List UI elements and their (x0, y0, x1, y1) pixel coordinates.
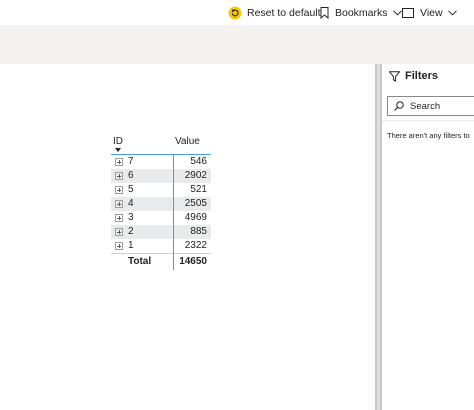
matrix-visual[interactable]: ID Value 7 546 6 2902 5 521 4 2505 3 496… (111, 134, 211, 270)
row-id: 1 (128, 240, 134, 251)
column-header-value[interactable]: Value (175, 136, 200, 147)
row-id: 7 (128, 156, 134, 167)
row-id: 6 (128, 170, 134, 181)
table-row: 5 521 (111, 183, 211, 197)
search-placeholder: Search (410, 100, 441, 112)
row-value: 521 (190, 184, 207, 195)
row-id: 2 (128, 226, 134, 237)
chevron-down-icon (447, 9, 457, 16)
row-id: 3 (128, 212, 134, 223)
filters-title: Filters (405, 70, 439, 82)
total-value: 14650 (179, 256, 207, 267)
row-value: 4969 (184, 212, 207, 223)
row-value: 885 (190, 226, 207, 237)
row-id: 4 (128, 198, 134, 209)
pane-divider[interactable] (375, 64, 382, 410)
reset-to-default-button[interactable]: Reset to default (228, 0, 321, 25)
table-row: 6 2902 (111, 169, 211, 183)
filters-divider (382, 120, 474, 121)
view-button[interactable]: View (402, 0, 457, 25)
reset-to-default-label: Reset to default (247, 6, 321, 19)
bookmarks-button[interactable]: Bookmarks (320, 0, 402, 25)
expand-icon[interactable] (115, 172, 123, 180)
expand-icon[interactable] (115, 200, 123, 208)
expand-icon[interactable] (115, 186, 123, 194)
view-icon (402, 7, 414, 18)
reset-icon (228, 6, 242, 20)
total-label: Total (128, 256, 152, 267)
filters-empty-message: There aren't any filters to (387, 131, 470, 140)
table-row: 4 2505 (111, 197, 211, 211)
filter-icon (389, 70, 400, 82)
column-divider (173, 154, 174, 270)
table-row: 1 2322 (111, 239, 211, 253)
top-toolbar: Reset to default Bookmarks View (0, 0, 474, 25)
ribbon-bar (0, 25, 474, 64)
filters-search-input[interactable]: Search (387, 96, 474, 116)
filters-header: Filters (389, 70, 438, 82)
row-value: 2322 (184, 240, 207, 251)
expand-icon[interactable] (115, 158, 123, 166)
search-icon (394, 101, 404, 111)
table-row: 2 885 (111, 225, 211, 239)
chevron-down-icon (392, 9, 402, 16)
expand-icon[interactable] (115, 242, 123, 250)
column-header-id[interactable]: ID (113, 136, 123, 147)
pane-divider-grip (377, 64, 380, 410)
row-id: 5 (128, 184, 134, 195)
sort-descending-icon (115, 148, 121, 152)
bookmarks-label: Bookmarks (335, 6, 388, 19)
filters-pane: Filters Search There aren't any filters … (382, 64, 474, 410)
view-label: View (420, 6, 443, 19)
expand-icon[interactable] (115, 214, 123, 222)
table-row: 7 546 (111, 155, 211, 169)
total-row: Total 14650 (111, 253, 211, 269)
table-row: 3 4969 (111, 211, 211, 225)
bookmark-icon (320, 6, 329, 19)
expand-icon[interactable] (115, 228, 123, 236)
row-value: 2902 (184, 170, 207, 181)
row-value: 546 (190, 156, 207, 167)
matrix-header: ID Value (111, 134, 211, 155)
row-value: 2505 (184, 198, 207, 209)
